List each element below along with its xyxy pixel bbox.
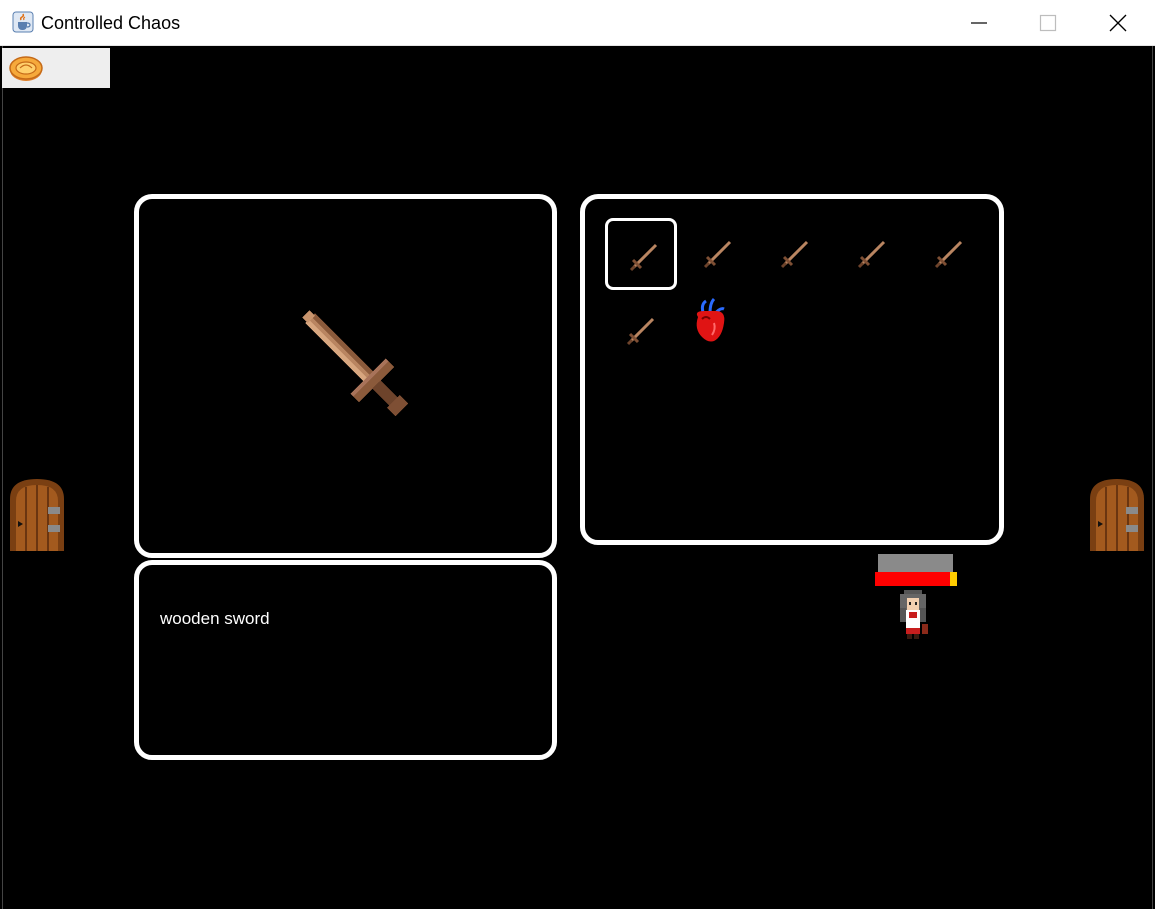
wooden-sword-icon	[703, 240, 732, 269]
inventory-slot-4[interactable]	[836, 218, 908, 290]
inventory-slot-3[interactable]	[759, 218, 831, 290]
gold-coin-icon	[9, 56, 43, 81]
health-bar-cap	[950, 572, 957, 586]
item-description-panel: wooden sword	[134, 560, 557, 760]
left-door-icon[interactable]	[8, 477, 66, 551]
item-description-text: wooden sword	[160, 609, 270, 628]
item-preview-panel	[134, 194, 557, 558]
wooden-sword-icon	[626, 317, 655, 346]
maximize-button[interactable]	[1013, 0, 1083, 46]
inventory-slot-1[interactable]	[605, 218, 677, 290]
player-character-icon[interactable]	[896, 588, 930, 640]
health-bar-background	[878, 554, 953, 572]
health-bar	[875, 572, 957, 586]
coin-menu-button[interactable]	[2, 48, 110, 88]
heart-organ-icon	[696, 297, 725, 342]
close-button[interactable]	[1083, 0, 1153, 46]
close-icon	[1109, 14, 1127, 32]
wooden-sword-icon	[629, 243, 658, 272]
inventory-slot-7[interactable]	[682, 295, 754, 367]
right-door-icon[interactable]	[1088, 477, 1146, 551]
wooden-sword-icon	[857, 240, 886, 269]
wooden-sword-icon	[302, 310, 409, 417]
window-title: Controlled Chaos	[41, 13, 181, 33]
inventory-panel	[580, 194, 1004, 545]
java-cup-icon	[12, 11, 34, 33]
wooden-sword-icon	[780, 240, 809, 269]
inventory-slot-5[interactable]	[913, 218, 985, 290]
minimize-button[interactable]	[944, 0, 1014, 46]
wooden-sword-icon	[934, 240, 963, 269]
window-titlebar: Controlled Chaos	[0, 0, 1155, 46]
health-bar-fill	[875, 572, 951, 586]
maximize-icon	[1039, 14, 1057, 32]
inventory-slot-2[interactable]	[682, 218, 754, 290]
minimize-icon	[971, 22, 987, 24]
inventory-slot-6[interactable]	[605, 295, 677, 367]
